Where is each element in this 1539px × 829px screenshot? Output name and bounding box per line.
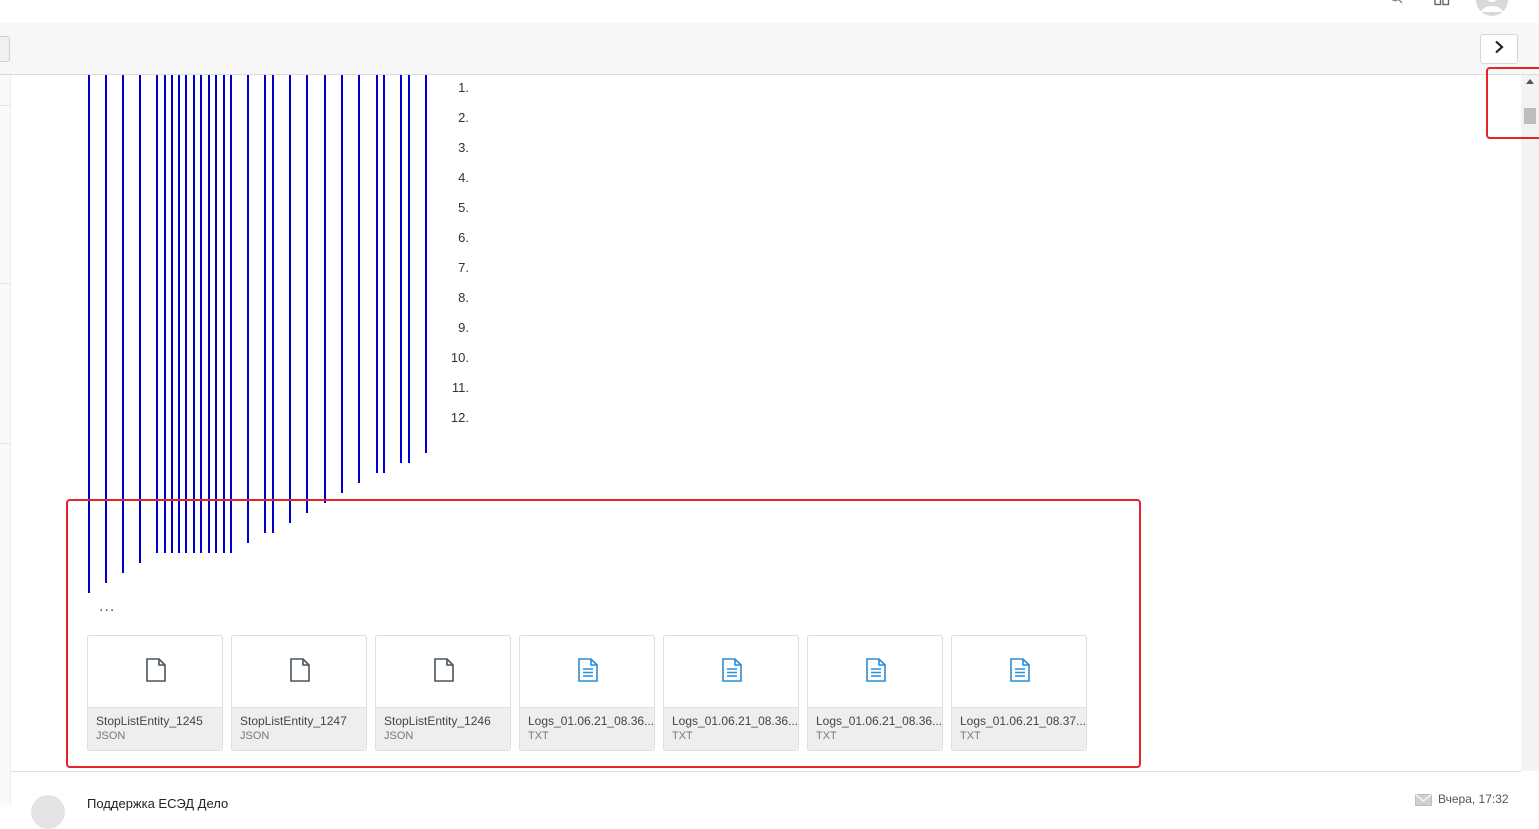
- quote-line: [264, 75, 266, 533]
- envelope-icon: [1415, 793, 1432, 811]
- quote-line: [400, 75, 402, 463]
- quote-line: [341, 75, 343, 493]
- list-item-number: 3.: [458, 140, 469, 155]
- quote-line: [272, 75, 274, 533]
- attachments-highlight: [66, 499, 1141, 768]
- quote-line: [156, 75, 158, 553]
- quote-line: [193, 75, 195, 553]
- quote-line: [171, 75, 173, 553]
- quote-line: [164, 75, 166, 553]
- quote-line: [408, 75, 410, 463]
- quote-line: [383, 75, 385, 473]
- list-item-number: 1.: [458, 80, 469, 95]
- message-toolbar: [0, 23, 1539, 75]
- list-item-number: 4.: [458, 170, 469, 185]
- quote-line: [376, 75, 378, 473]
- list-item-number: 11.: [451, 380, 469, 395]
- list-item-number: 9.: [458, 320, 469, 335]
- list-item-number: 6.: [458, 230, 469, 245]
- quote-line: [306, 75, 308, 513]
- quote-line: [358, 75, 360, 483]
- scrollbar-highlight: [1486, 67, 1539, 139]
- list-item-number: 8.: [458, 290, 469, 305]
- list-item-number: 5.: [458, 200, 469, 215]
- quote-line: [425, 75, 427, 453]
- next-message-row[interactable]: [11, 772, 1521, 805]
- avatar: [31, 795, 65, 829]
- quote-line: [324, 75, 326, 503]
- next-message-button[interactable]: [1480, 34, 1518, 64]
- left-rail: [0, 75, 11, 805]
- quote-line: [185, 75, 187, 553]
- user-avatar-icon[interactable]: [1476, 0, 1508, 21]
- list-item-number: 2.: [458, 110, 469, 125]
- quote-line: [223, 75, 225, 553]
- quote-line: [230, 75, 232, 553]
- quote-line: [208, 75, 210, 553]
- quote-line: [289, 75, 291, 523]
- vertical-scrollbar[interactable]: [1521, 75, 1539, 771]
- quote-line: [139, 75, 141, 563]
- quote-line: [247, 75, 249, 543]
- apps-grid-icon[interactable]: [1434, 0, 1450, 11]
- quote-line: [215, 75, 217, 553]
- search-icon[interactable]: [1389, 0, 1403, 11]
- collapse-tab[interactable]: [0, 36, 10, 62]
- quote-line: [200, 75, 202, 553]
- list-item-number: 7.: [458, 260, 469, 275]
- quote-line: [178, 75, 180, 553]
- chevron-right-icon: [1493, 40, 1505, 59]
- message-date: Вчера, 17:32: [1438, 792, 1509, 806]
- sender-name[interactable]: Поддержка ЕСЭД Дело: [87, 796, 228, 811]
- list-item-number: 12.: [450, 410, 469, 425]
- top-bar: [0, 0, 1539, 24]
- list-item-number: 10.: [450, 350, 469, 365]
